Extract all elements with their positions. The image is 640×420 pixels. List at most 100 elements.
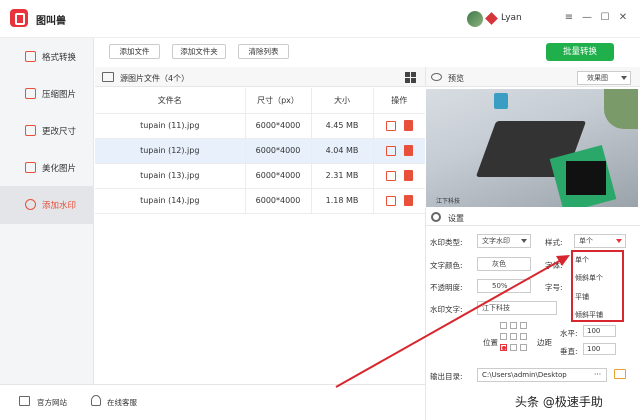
minimize-icon[interactable]: — <box>580 11 594 25</box>
text-color-label: 文字颜色: <box>430 261 463 270</box>
gear-icon <box>431 212 441 222</box>
output-dir-input[interactable]: C:\Users\admin\Desktop <box>477 368 607 382</box>
style-option-tilted-single[interactable]: 倾斜单个 <box>575 273 603 283</box>
watermark-type-select[interactable]: 文字水印 <box>477 234 531 248</box>
file-dimensions: 6000*4000 <box>245 188 312 214</box>
beautify-icon <box>25 162 36 173</box>
more-button[interactable]: ··· <box>594 370 601 379</box>
opacity-select[interactable]: 50% <box>477 279 531 293</box>
table-row[interactable]: tupain (11).jpg 6000*4000 4.45 MB <box>95 113 425 139</box>
effect-select[interactable]: 效果图 <box>577 71 631 85</box>
horizontal-label: 水平: <box>560 329 578 338</box>
file-dimensions: 6000*4000 <box>245 138 312 164</box>
website-icon <box>19 396 30 406</box>
close-icon[interactable]: ✕ <box>616 11 630 25</box>
official-website-link[interactable]: 官方网站 <box>37 397 67 408</box>
username: Lyan <box>501 13 522 23</box>
file-name: tupain (12).jpg <box>95 138 246 164</box>
delete-icon[interactable] <box>403 195 413 206</box>
eye-icon <box>431 73 442 81</box>
file-size: 4.04 MB <box>311 138 374 164</box>
menu-icon[interactable]: ≡ <box>562 11 576 25</box>
app-logo-icon <box>10 9 28 27</box>
col-size: 大小 <box>311 88 374 114</box>
add-folder-button[interactable]: 添加文件夹 <box>172 44 226 59</box>
position-label: 位置 <box>483 338 498 347</box>
file-dimensions: 6000*4000 <box>245 113 312 139</box>
preview-label: 预览 <box>448 74 464 83</box>
avatar[interactable] <box>467 11 483 27</box>
folder-icon[interactable] <box>614 369 626 379</box>
add-file-button[interactable]: 添加文件 <box>109 44 160 59</box>
table-row[interactable]: tupain (13).jpg 6000*4000 2.31 MB <box>95 163 425 189</box>
clear-list-button[interactable]: 清除列表 <box>238 44 289 59</box>
watermark-type-label: 水印类型: <box>430 238 463 247</box>
style-option-tile[interactable]: 平铺 <box>575 292 589 302</box>
col-actions: 操作 <box>373 88 425 114</box>
file-name: tupain (13).jpg <box>95 163 246 189</box>
delete-icon[interactable] <box>403 170 413 181</box>
delete-icon[interactable] <box>403 145 413 156</box>
row-actions <box>373 188 425 214</box>
compress-icon <box>25 88 36 99</box>
row-actions <box>373 163 425 189</box>
col-filename: 文件名 <box>95 88 246 114</box>
font-label: 字体: <box>545 261 563 270</box>
text-color-select[interactable]: 灰色 <box>477 257 531 271</box>
output-dir-label: 输出目录: <box>430 372 463 381</box>
style-option-tilted-tile[interactable]: 倾斜平铺 <box>575 310 603 320</box>
watermark-preview-text: 江下科技 <box>436 198 461 205</box>
vertical-margin-input[interactable]: 100 <box>583 343 616 355</box>
preview-image <box>426 89 638 207</box>
grid-view-icon[interactable] <box>405 72 416 83</box>
file-size: 4.45 MB <box>311 113 374 139</box>
open-icon[interactable] <box>385 145 396 156</box>
sidebar-item-label: 更改尺寸 <box>42 127 77 137</box>
horizontal-margin-input[interactable]: 100 <box>583 325 616 337</box>
table-row[interactable]: tupain (14).jpg 6000*4000 1.18 MB <box>95 188 425 214</box>
format-convert-icon <box>25 51 36 62</box>
selected-position-dot <box>502 346 506 350</box>
style-option-single[interactable]: 单个 <box>575 255 589 265</box>
file-table: 文件名 尺寸（px） 大小 操作 tupain (11).jpg 6000*40… <box>95 88 425 214</box>
row-actions <box>373 138 425 164</box>
delete-icon[interactable] <box>403 120 413 131</box>
sidebar-item-label: 压缩图片 <box>42 90 77 100</box>
title-bar <box>0 0 640 38</box>
image-icon <box>102 72 114 82</box>
settings-label: 设置 <box>448 214 464 223</box>
sidebar-item-compress[interactable]: 压缩图片 <box>0 75 94 113</box>
style-select[interactable]: 单个 <box>574 234 626 248</box>
file-dimensions: 6000*4000 <box>245 163 312 189</box>
open-icon[interactable] <box>385 120 396 131</box>
row-actions <box>373 113 425 139</box>
sidebar-item-format-convert[interactable]: 格式转换 <box>0 38 94 76</box>
sidebar-item-watermark[interactable]: 添加水印 <box>0 186 94 224</box>
sidebar-item-beautify[interactable]: 美化图片 <box>0 149 94 187</box>
open-icon[interactable] <box>385 170 396 181</box>
sidebar: 格式转换 压缩图片 更改尺寸 美化图片 添加水印 <box>0 38 94 384</box>
credit-watermark: 头条 @极速手助 <box>515 395 603 409</box>
table-row[interactable]: tupain (12).jpg 6000*4000 4.04 MB <box>95 138 425 164</box>
vertical-label: 垂直: <box>560 347 578 356</box>
style-label: 样式: <box>545 238 563 247</box>
file-name: tupain (11).jpg <box>95 113 246 139</box>
margin-label: 边距 <box>537 338 552 347</box>
online-support-link[interactable]: 在线客服 <box>107 397 137 408</box>
maximize-icon[interactable]: ☐ <box>598 11 612 25</box>
file-name: tupain (14).jpg <box>95 188 246 214</box>
open-icon[interactable] <box>385 195 396 206</box>
batch-convert-button[interactable]: 批量转换 <box>546 43 614 61</box>
watermark-text-input[interactable]: 江下科技 <box>477 301 557 315</box>
watermark-icon <box>25 199 36 210</box>
sidebar-item-label: 添加水印 <box>42 201 77 211</box>
sidebar-item-resize[interactable]: 更改尺寸 <box>0 112 94 150</box>
position-grid[interactable] <box>500 322 528 356</box>
support-icon <box>91 395 101 406</box>
sidebar-item-label: 格式转换 <box>42 53 77 63</box>
font-size-label: 字号: <box>545 283 563 292</box>
resize-icon <box>25 125 36 136</box>
file-size: 1.18 MB <box>311 188 374 214</box>
col-dimensions: 尺寸（px） <box>245 88 312 114</box>
opacity-label: 不透明度: <box>430 283 463 292</box>
